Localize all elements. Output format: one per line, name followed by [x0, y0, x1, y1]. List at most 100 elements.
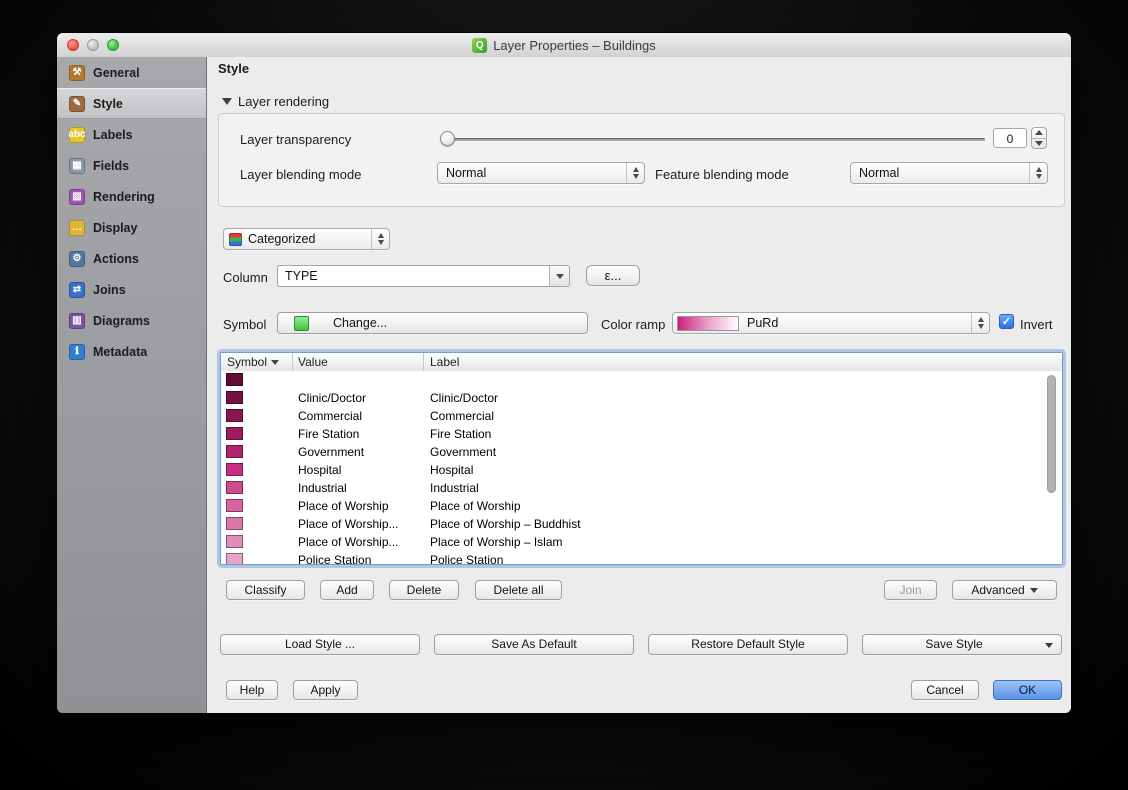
dropdown-arrow-icon [1045, 643, 1053, 648]
renderer-type-dropdown[interactable]: Categorized [223, 228, 390, 250]
sidebar-item-display[interactable]: … Display [57, 212, 206, 243]
category-row[interactable]: Industrial Industrial [221, 479, 1062, 497]
category-color-swatch[interactable] [226, 499, 243, 512]
delete-button[interactable]: Delete [389, 580, 459, 600]
category-color-swatch[interactable] [226, 517, 243, 530]
symbol-label: Symbol [223, 317, 266, 332]
category-label-cell: Clinic/Doctor [430, 389, 498, 407]
category-color-swatch[interactable] [226, 409, 243, 422]
category-label-cell: Industrial [430, 479, 479, 497]
category-row[interactable]: Place of Worship... Place of Worship – B… [221, 515, 1062, 533]
sidebar-item-actions[interactable]: ⚙ Actions [57, 243, 206, 274]
color-ramp-label: Color ramp [601, 317, 665, 332]
category-label-cell: Police Station [430, 551, 503, 564]
save-style-label: Save Style [925, 637, 982, 651]
category-row[interactable] [221, 371, 1062, 389]
category-row[interactable]: Hospital Hospital [221, 461, 1062, 479]
stepper-up-button[interactable] [1032, 128, 1046, 138]
delete-all-button[interactable]: Delete all [475, 580, 562, 600]
sidebar-item-labels[interactable]: abc Labels [57, 119, 206, 150]
cancel-button[interactable]: Cancel [911, 680, 979, 700]
sidebar-item-general[interactable]: ⚒ General [57, 57, 206, 88]
load-style-button[interactable]: Load Style ... [220, 634, 420, 655]
help-button[interactable]: Help [226, 680, 278, 700]
category-color-swatch[interactable] [226, 463, 243, 476]
popup-arrows-icon [971, 313, 989, 333]
sidebar-item-style[interactable]: ✎ Style [57, 88, 206, 119]
sidebar-item-label: Metadata [93, 345, 147, 359]
category-color-swatch[interactable] [226, 391, 243, 404]
save-style-button[interactable]: Save Style [862, 634, 1062, 655]
category-row[interactable]: Government Government [221, 443, 1062, 461]
category-color-swatch[interactable] [226, 445, 243, 458]
column-separator [423, 353, 424, 371]
sidebar-item-label: Style [93, 97, 123, 111]
attribute-table-icon: ▦ [69, 158, 85, 174]
sidebar-items: ⚒ General ✎ Style abc Labels ▦ Fields ▨ … [57, 57, 206, 367]
category-row[interactable]: Clinic/Doctor Clinic/Doctor [221, 389, 1062, 407]
transparency-stepper [1031, 127, 1047, 149]
sidebar-item-diagrams[interactable]: ▥ Diagrams [57, 305, 206, 336]
content-area: Style Layer rendering Layer transparency… [207, 57, 1071, 713]
sidebar-item-metadata[interactable]: ℹ Metadata [57, 336, 206, 367]
category-color-swatch[interactable] [226, 481, 243, 494]
category-row[interactable]: Place of Worship... Place of Worship – I… [221, 533, 1062, 551]
category-color-swatch[interactable] [226, 535, 243, 548]
header-value[interactable]: Value [298, 353, 328, 371]
add-button[interactable]: Add [320, 580, 374, 600]
layer-rendering-header[interactable]: Layer rendering [222, 93, 329, 109]
abc-label-icon: abc [69, 127, 85, 143]
qgis-logo-icon: Q [472, 38, 487, 53]
sidebar-item-joins[interactable]: ⇄ Joins [57, 274, 206, 305]
restore-default-style-button[interactable]: Restore Default Style [648, 634, 848, 655]
symbol-change-button[interactable]: Change... [277, 312, 588, 334]
save-as-default-button[interactable]: Save As Default [434, 634, 634, 655]
sidebar-item-rendering[interactable]: ▨ Rendering [57, 181, 206, 212]
vertical-scrollbar-thumb[interactable] [1047, 375, 1056, 493]
ok-button[interactable]: OK [993, 680, 1062, 700]
color-ramp-value: PuRd [747, 313, 778, 333]
layer-blending-dropdown[interactable]: Normal [437, 162, 645, 184]
sidebar-item-fields[interactable]: ▦ Fields [57, 150, 206, 181]
column-combobox[interactable]: TYPE [277, 265, 570, 287]
category-color-swatch[interactable] [226, 427, 243, 440]
category-value-cell: Commercial [298, 407, 362, 425]
expression-builder-button[interactable]: ε... [586, 265, 640, 286]
layer-transparency-label: Layer transparency [240, 132, 351, 147]
combo-dropdown-button[interactable] [549, 266, 569, 286]
sidebar-item-label: Actions [93, 252, 139, 266]
apply-button[interactable]: Apply [293, 680, 358, 700]
titlebar[interactable]: Q Layer Properties – Buildings [57, 33, 1071, 58]
feature-blending-dropdown[interactable]: Normal [850, 162, 1048, 184]
categories-table[interactable]: Symbol Value Label Clinic/Doctor Clinic/… [220, 352, 1063, 565]
classify-button[interactable]: Classify [226, 580, 305, 600]
category-row[interactable]: Place of Worship Place of Worship [221, 497, 1062, 515]
invert-checkbox[interactable]: ✓ [999, 314, 1014, 329]
gear-icon: ⚙ [69, 251, 85, 267]
up-arrow-icon [1035, 130, 1043, 135]
category-row[interactable]: Fire Station Fire Station [221, 425, 1062, 443]
category-color-swatch[interactable] [226, 553, 243, 564]
header-label[interactable]: Label [430, 353, 459, 371]
category-row[interactable]: Police Station Police Station [221, 551, 1062, 564]
stepper-down-button[interactable] [1032, 138, 1046, 149]
transparency-slider-track[interactable] [440, 138, 985, 141]
category-row[interactable]: Commercial Commercial [221, 407, 1062, 425]
header-symbol[interactable]: Symbol [227, 353, 279, 371]
transparency-value-field[interactable]: 0 [993, 128, 1027, 148]
color-ramp-dropdown[interactable]: PuRd [672, 312, 990, 334]
sort-indicator-icon [271, 360, 279, 365]
change-button-label: Change... [333, 316, 387, 330]
advanced-button[interactable]: Advanced [952, 580, 1057, 600]
paint-roller-icon: ▨ [69, 189, 85, 205]
transparency-slider-handle[interactable] [440, 131, 455, 146]
category-color-swatch[interactable] [226, 373, 243, 386]
category-value-cell: Hospital [298, 461, 341, 479]
layer-rendering-title: Layer rendering [238, 94, 329, 109]
join-button: Join [884, 580, 937, 600]
disclosure-triangle-icon[interactable] [222, 98, 232, 105]
down-arrow-icon [1035, 141, 1043, 146]
category-value-cell: Fire Station [298, 425, 359, 443]
renderer-type-value: Categorized [248, 229, 315, 249]
column-separator [292, 353, 293, 371]
